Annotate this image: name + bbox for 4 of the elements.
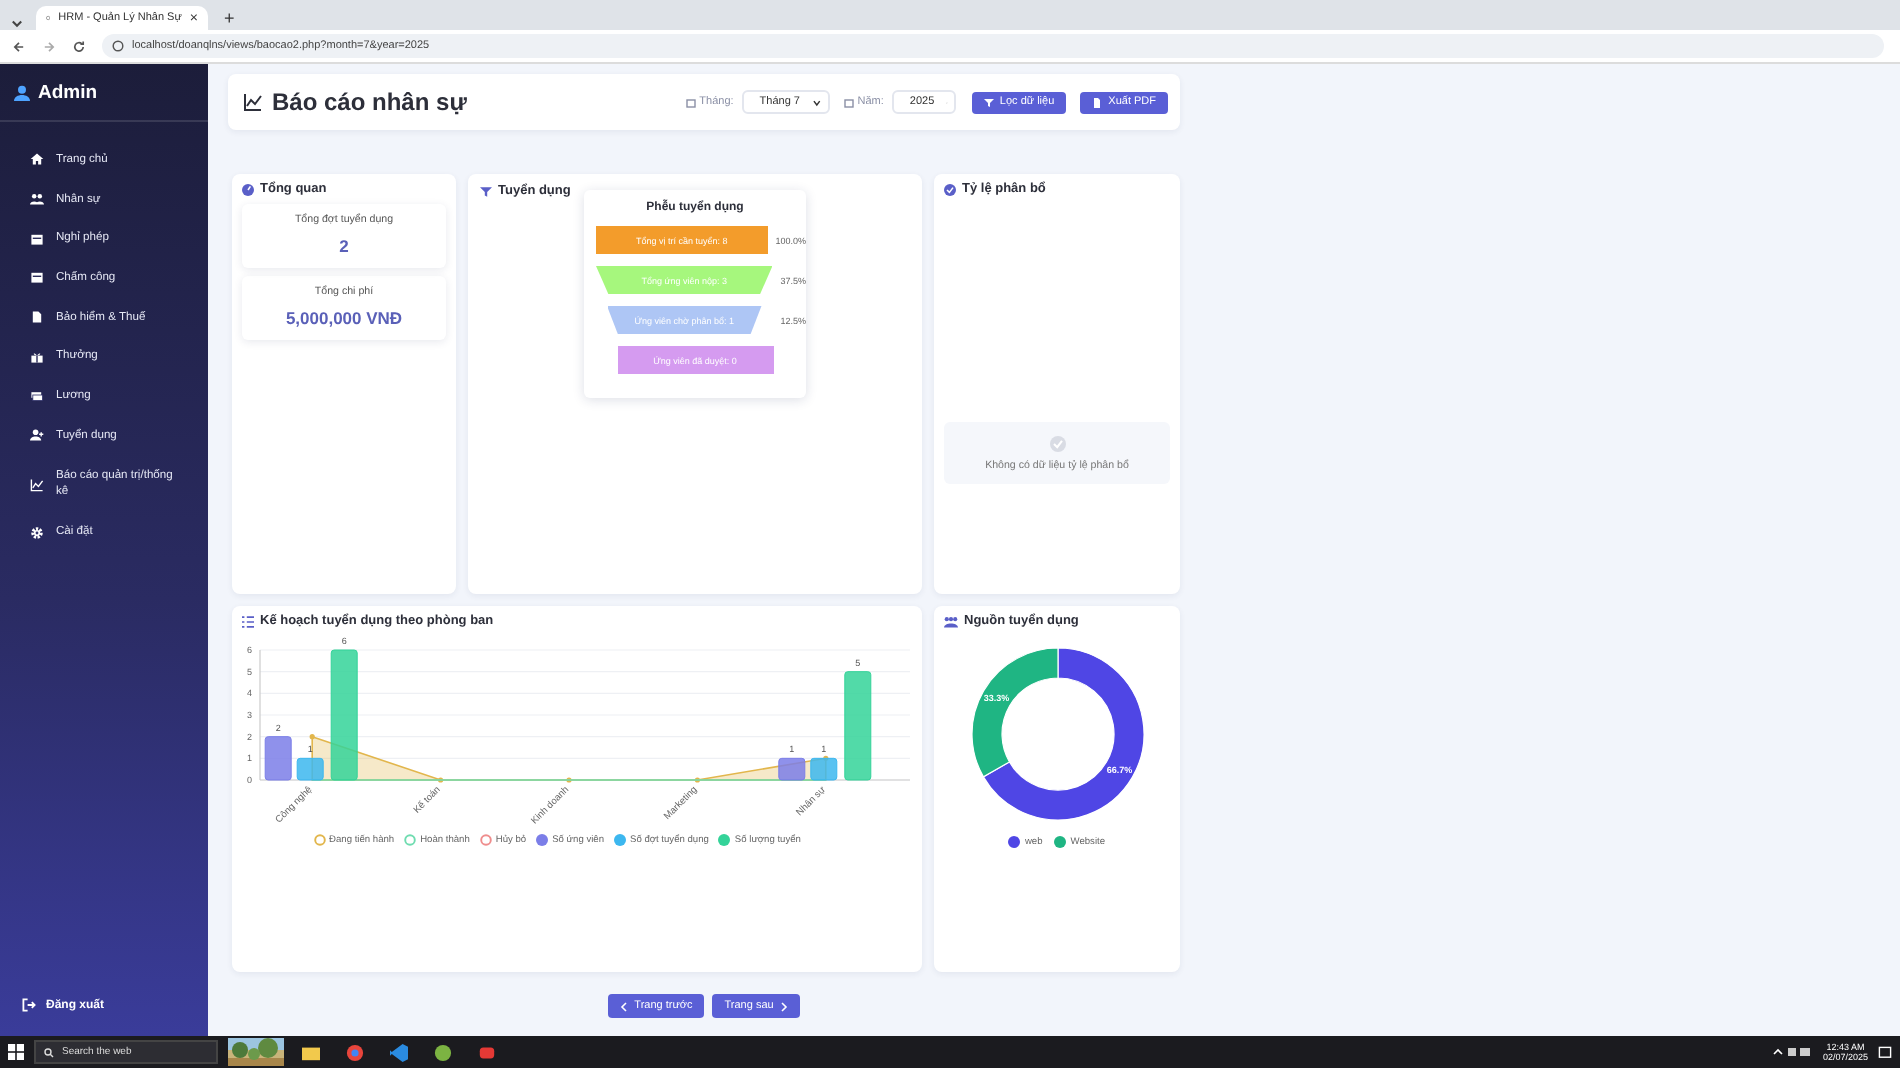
stat-value: 5,000,000 VNĐ (285, 308, 403, 328)
page-title: Báo cáo nhân sự (272, 88, 469, 116)
stat-value: 2 (339, 236, 349, 256)
app-title: Admin (38, 82, 98, 104)
